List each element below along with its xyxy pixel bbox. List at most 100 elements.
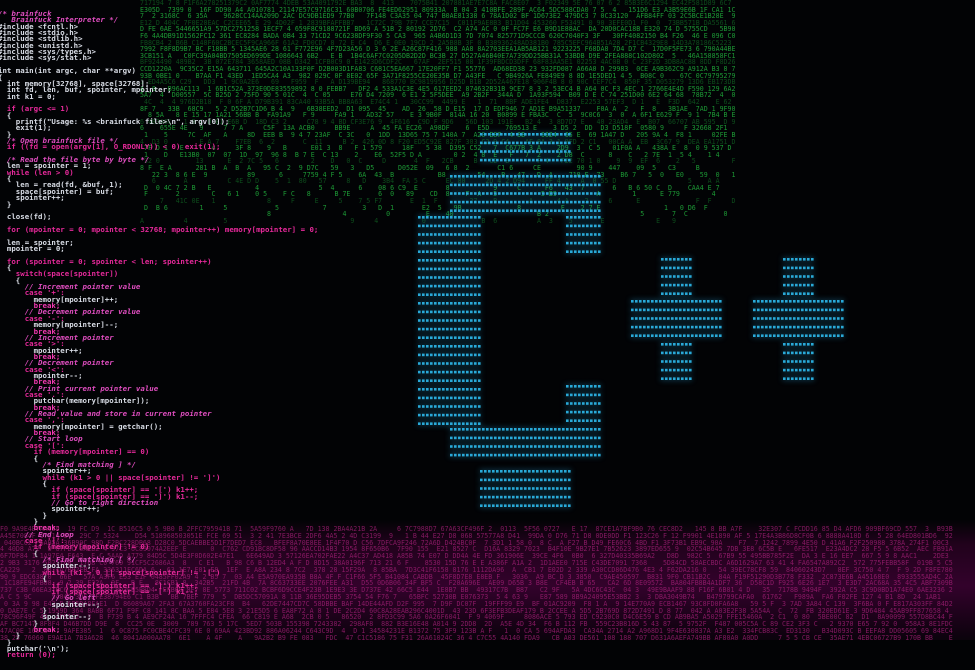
logo-dot (544, 487, 547, 490)
logo-dot (484, 487, 487, 490)
logo-dot (426, 422, 429, 425)
logo-dot (478, 388, 481, 391)
logo-dot (478, 224, 481, 228)
logo-dot (466, 319, 469, 322)
logo-dot (430, 267, 433, 271)
logo-dot (598, 224, 601, 228)
logo-dot (661, 351, 664, 355)
logo-dot (673, 377, 676, 380)
logo-dot (488, 150, 491, 153)
logo-dot (655, 317, 658, 320)
logo-dot (474, 422, 477, 425)
logo-dot (486, 200, 489, 204)
logo-dot (781, 300, 784, 303)
logo-dot (665, 266, 668, 270)
logo-dot (570, 445, 573, 448)
logo-dot (811, 292, 814, 295)
logo-dot (450, 284, 453, 288)
logo-dot (474, 200, 477, 204)
logo-dot (434, 276, 437, 279)
logo-dot (426, 327, 429, 331)
logo-dot (514, 209, 517, 212)
logo-dot (801, 325, 804, 329)
logo-dot (785, 317, 788, 320)
logo-dot (837, 300, 840, 303)
logo-dot (536, 158, 539, 162)
logo-dot (548, 141, 551, 145)
logo-dot (669, 377, 672, 380)
c-letter (418, 133, 601, 507)
logo-dot (540, 133, 543, 136)
logo-dot (590, 436, 593, 440)
logo-dot (582, 385, 585, 388)
logo-dot (514, 192, 517, 195)
logo-dot (484, 133, 487, 136)
logo-dot (426, 353, 429, 357)
logo-dot (478, 175, 481, 178)
logo-dot (418, 362, 421, 365)
scene: 717194 7 8 F1F6A278251379C2 0AF7774 4DEB… (0, 0, 975, 670)
logo-dot (462, 428, 465, 431)
logo-dot (492, 133, 495, 136)
logo-dot (422, 310, 425, 314)
logo-dot (534, 453, 537, 457)
logo-dot (418, 284, 421, 288)
logo-dot (434, 284, 437, 288)
logo-dot (566, 402, 569, 405)
logo-dot (486, 453, 489, 457)
logo-dot (598, 241, 601, 245)
logo-dot (683, 317, 686, 320)
logo-dot (594, 385, 597, 388)
logo-dot (661, 368, 664, 372)
logo-dot (492, 158, 495, 162)
logo-dot (534, 183, 537, 187)
logo-dot (795, 343, 798, 346)
logo-dot (430, 336, 433, 339)
logo-dot (478, 259, 481, 262)
logo-dot (438, 267, 441, 271)
logo-dot (450, 436, 453, 440)
logo-dot (783, 275, 786, 278)
logo-dot (574, 216, 577, 219)
logo-dot (442, 293, 445, 296)
logo-dot (703, 334, 706, 337)
logo-dot (542, 175, 545, 178)
logo-dot (478, 445, 481, 448)
logo-dot (466, 267, 469, 271)
logo-dot (665, 275, 668, 278)
logo-dot (470, 405, 473, 408)
logo-dot (546, 175, 549, 178)
logo-dot (765, 300, 768, 303)
logo-dot (773, 317, 776, 320)
logo-dot (418, 422, 421, 425)
logo-dot (466, 413, 469, 417)
logo-dot (466, 293, 469, 296)
logo-dot (797, 300, 800, 303)
logo-dot (530, 428, 533, 431)
logo-dot (478, 200, 481, 204)
logo-dot (462, 336, 465, 339)
logo-dot (552, 470, 555, 473)
logo-dot (574, 445, 577, 448)
logo-dot (685, 292, 688, 295)
logo-dot (707, 334, 710, 337)
logo-dot (805, 334, 808, 337)
logo-dot (502, 192, 505, 195)
logo-dot (418, 319, 421, 322)
logo-dot (681, 266, 684, 270)
logo-dot (671, 308, 674, 312)
logo-dot (532, 495, 535, 499)
logo-dot (446, 362, 449, 365)
logo-dot (711, 317, 714, 320)
logo-dot (574, 192, 577, 195)
logo-dot (482, 445, 485, 448)
logo-dot (458, 302, 461, 305)
logo-dot (673, 275, 676, 278)
logo-dot (562, 436, 565, 440)
logo-dot (715, 334, 718, 337)
logo-dot (486, 183, 489, 187)
logo-dot (753, 325, 756, 329)
logo-dot (488, 487, 491, 490)
logo-dot (458, 445, 461, 448)
logo-dot (550, 453, 553, 457)
